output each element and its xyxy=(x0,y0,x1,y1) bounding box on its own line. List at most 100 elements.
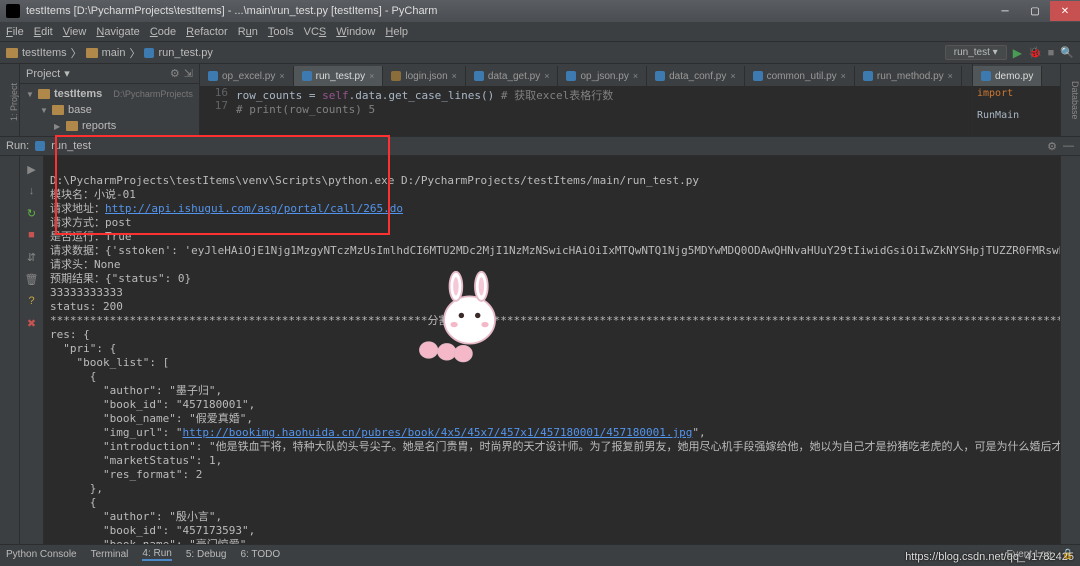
minimize-button[interactable]: ─ xyxy=(990,1,1020,21)
menu-run[interactable]: Run xyxy=(238,26,258,38)
maximize-button[interactable]: ▢ xyxy=(1020,1,1050,21)
window-controls: ─ ▢ ✕ xyxy=(990,1,1080,21)
dropdown-arrow-icon[interactable]: ▾ xyxy=(64,67,70,80)
mascot-overlay xyxy=(410,270,520,373)
help-button[interactable]: ? xyxy=(25,294,39,308)
gear-icon[interactable]: ⚙ xyxy=(1047,140,1057,153)
console-line: 请求头：None xyxy=(50,258,121,271)
menu-refactor[interactable]: Refactor xyxy=(186,26,228,38)
tree-root-label: testItems xyxy=(54,88,102,100)
crumb-mid: main xyxy=(102,47,126,59)
run-label: Run: xyxy=(6,140,29,152)
reload-button[interactable]: ↻ xyxy=(25,206,39,220)
console-line: }, xyxy=(50,482,103,495)
close-icon[interactable]: × xyxy=(730,71,735,81)
close-icon[interactable]: × xyxy=(544,71,549,81)
trash-button[interactable]: 🗑 xyxy=(25,272,39,286)
close-button[interactable]: ✕ xyxy=(1050,1,1080,21)
split-code-body[interactable]: import RunMain xyxy=(973,86,1060,123)
tool-terminal[interactable]: Terminal xyxy=(91,549,129,560)
code-body[interactable]: row_counts = self.data.get_case_lines() … xyxy=(236,86,972,136)
close-icon[interactable]: × xyxy=(841,71,846,81)
menu-view[interactable]: View xyxy=(63,26,87,38)
debug-button[interactable]: 🐞 xyxy=(1028,46,1042,59)
tree-label: reports xyxy=(82,120,116,132)
folder-icon xyxy=(86,48,98,58)
left-tool-strip: 1: Project xyxy=(0,64,20,136)
menu-bar: File Edit View Navigate Code Refactor Ru… xyxy=(0,22,1080,42)
console-line: "book_id": "457180001", xyxy=(50,398,255,411)
down-button[interactable]: ↓ xyxy=(25,184,39,198)
tab-login-json[interactable]: login.json× xyxy=(383,66,466,86)
tool-todo[interactable]: 6: TODO xyxy=(240,549,280,560)
project-tool-window: Project ▾ ⚙ ⇲ ▼ testItems D:\PycharmProj… xyxy=(20,64,200,136)
minimize-tool-icon[interactable]: — xyxy=(1063,140,1074,152)
chevron-down-icon[interactable]: ▼ xyxy=(40,106,48,115)
tree-node-reports[interactable]: ▶ reports xyxy=(26,118,193,134)
run-config-selector[interactable]: run_test ▾ xyxy=(945,45,1007,60)
stop-button[interactable]: ■ xyxy=(1048,47,1055,59)
menu-tools[interactable]: Tools xyxy=(268,26,294,38)
code-text: .data.get_case_lines() xyxy=(349,89,501,102)
run-toolbar: ▶ ↓ ↻ ■ ⇵ 🗑 ? ✖ xyxy=(20,156,44,544)
tool-run[interactable]: 4: Run xyxy=(142,548,171,561)
chevron-down-icon[interactable]: ▼ xyxy=(26,90,34,99)
tab-data-get[interactable]: data_get.py× xyxy=(466,66,559,86)
tab-data-conf[interactable]: data_conf.py × xyxy=(647,66,745,86)
window-title: testItems [D:\PycharmProjects\testItems]… xyxy=(26,5,437,17)
tab-label: data_conf.py xyxy=(669,71,726,82)
tool-python-console[interactable]: Python Console xyxy=(6,549,77,560)
tab-run-test[interactable]: run_test.py × xyxy=(294,66,384,86)
stop-button[interactable]: ■ xyxy=(25,228,39,242)
rerun-button[interactable]: ▶ xyxy=(25,162,39,176)
console-link[interactable]: http://api.ishugui.com/asg/portal/call/2… xyxy=(105,202,403,215)
console-line: "book_name": "假爱真婚", xyxy=(50,412,253,425)
tab-demo[interactable]: demo.py xyxy=(973,66,1042,86)
tab-common-util[interactable]: common_util.py × xyxy=(745,66,855,86)
close-icon[interactable]: × xyxy=(633,71,638,81)
code-text: row_counts = xyxy=(236,89,322,102)
gear-icon[interactable]: ⚙ xyxy=(170,67,180,80)
search-icon[interactable]: 🔍 xyxy=(1060,46,1074,59)
collapse-icon[interactable]: ⇲ xyxy=(184,67,193,80)
project-tree: ▼ testItems D:\PycharmProjects ▼ base ▶ … xyxy=(20,84,199,136)
close-icon[interactable]: × xyxy=(279,71,284,81)
layout-button[interactable]: ⇵ xyxy=(25,250,39,264)
close-icon[interactable]: × xyxy=(948,71,953,81)
tab-run-method[interactable]: run_method.py× xyxy=(855,66,962,86)
right-tool-strip-lower xyxy=(1060,156,1080,544)
close-tool-button[interactable]: ✖ xyxy=(25,316,39,330)
python-file-icon xyxy=(208,71,218,81)
menu-code[interactable]: Code xyxy=(150,26,176,38)
menu-vcs[interactable]: VCS xyxy=(304,26,327,38)
run-tool-window: ▶ ↓ ↻ ■ ⇵ 🗑 ? ✖ D:\PycharmProjects\testI… xyxy=(0,156,1080,544)
crumb-file: run_test.py xyxy=(158,47,212,59)
code-editor[interactable]: 16 17 row_counts = self.data.get_case_li… xyxy=(200,86,972,136)
tab-op-json[interactable]: op_json.py× xyxy=(558,66,647,86)
menu-edit[interactable]: Edit xyxy=(34,26,53,38)
console-line: D:\PycharmProjects\testItems\venv\Script… xyxy=(50,174,699,187)
close-icon[interactable]: × xyxy=(369,71,374,81)
menu-navigate[interactable]: Navigate xyxy=(96,26,139,38)
close-icon[interactable]: × xyxy=(452,71,457,81)
tool-debug[interactable]: 5: Debug xyxy=(186,549,227,560)
menu-help[interactable]: Help xyxy=(385,26,408,38)
tool-project-tab[interactable]: 1: Project xyxy=(9,83,19,121)
breadcrumb[interactable]: testItems 〉 main 〉 run_test.py xyxy=(6,45,213,61)
tab-label: common_util.py xyxy=(767,71,837,82)
app-icon xyxy=(6,4,20,18)
menu-file[interactable]: File xyxy=(6,26,24,38)
code-text: RunMain xyxy=(977,110,1019,121)
console-line: "book_list": [ xyxy=(50,356,169,369)
tool-database-tab[interactable]: Database xyxy=(1070,81,1080,120)
tab-op-excel[interactable]: op_excel.py× xyxy=(200,66,294,86)
console-link[interactable]: http://bookimg.haohuida.cn/pubres/book/4… xyxy=(182,426,692,439)
tree-node-base[interactable]: ▼ base xyxy=(26,102,193,118)
main-workspace: 1: Project Project ▾ ⚙ ⇲ ▼ testItems D:\… xyxy=(0,64,1080,136)
tree-root[interactable]: ▼ testItems D:\PycharmProjects xyxy=(26,86,193,102)
run-button[interactable]: ▶ xyxy=(1013,46,1022,60)
chevron-right-icon[interactable]: ▶ xyxy=(54,122,62,131)
tab-label: run_test.py xyxy=(316,71,365,82)
console-output[interactable]: D:\PycharmProjects\testItems\venv\Script… xyxy=(44,156,1060,544)
menu-window[interactable]: Window xyxy=(336,26,375,38)
